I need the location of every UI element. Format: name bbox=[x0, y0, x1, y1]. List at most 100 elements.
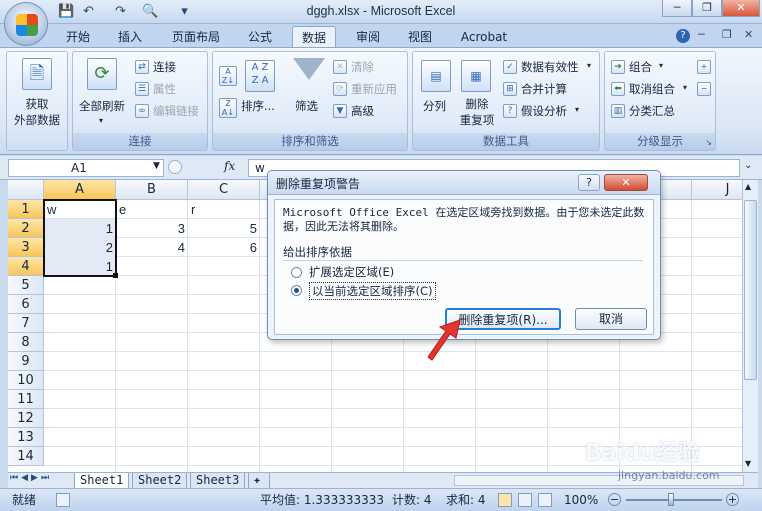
consolidate-button[interactable]: 合并计算 bbox=[521, 81, 567, 97]
row-header-5[interactable]: 5 bbox=[8, 276, 44, 295]
cancel-button[interactable]: 取消 bbox=[575, 308, 647, 330]
current-selection-radio[interactable] bbox=[291, 285, 302, 296]
row-header-1[interactable]: 1 bbox=[8, 200, 44, 219]
page-layout-view-icon[interactable] bbox=[518, 493, 532, 507]
dialog-help-button[interactable]: ? bbox=[578, 174, 600, 191]
remove-duplicates-button[interactable]: 删除 重复项 bbox=[459, 96, 495, 128]
row-header-7[interactable]: 7 bbox=[8, 314, 44, 333]
ungroup-dropdown-icon[interactable]: ▾ bbox=[683, 83, 687, 92]
sort-desc-icon[interactable]: Z A↓ bbox=[219, 98, 237, 118]
cell-b3[interactable]: 4 bbox=[116, 238, 188, 257]
properties-button[interactable]: 属性 bbox=[153, 81, 176, 97]
save-icon[interactable]: 💾 bbox=[58, 3, 75, 20]
group-dropdown-icon[interactable]: ▾ bbox=[659, 61, 663, 70]
row-header-9[interactable]: 9 bbox=[8, 352, 44, 371]
row-header-3[interactable]: 3 bbox=[8, 238, 44, 257]
cell-c3[interactable]: 6 bbox=[188, 238, 260, 257]
dialog-close-button[interactable]: ✕ bbox=[604, 174, 648, 191]
what-if-button[interactable]: 假设分析 bbox=[521, 103, 567, 119]
sort-button[interactable]: 排序... bbox=[241, 98, 275, 114]
hide-detail-icon[interactable]: − bbox=[697, 82, 711, 96]
data-validation-button[interactable]: 数据有效性 bbox=[521, 59, 579, 75]
restore-button[interactable]: ❐ bbox=[692, 0, 722, 17]
zoom-level[interactable]: 100% bbox=[564, 489, 598, 511]
expand-selection-label[interactable]: 扩展选定区域(E) bbox=[309, 264, 394, 280]
column-header-a[interactable]: A bbox=[44, 180, 116, 200]
minimize-button[interactable]: ─ bbox=[662, 0, 692, 17]
insert-function-icon[interactable]: fx bbox=[224, 159, 235, 173]
data-validation-dropdown-icon[interactable]: ▾ bbox=[587, 61, 591, 70]
zoom-slider[interactable] bbox=[626, 499, 722, 501]
refresh-all-button[interactable]: 全部刷新 bbox=[79, 98, 125, 114]
advanced-button[interactable]: 高级 bbox=[351, 103, 374, 119]
subtotal-button[interactable]: 分类汇总 bbox=[629, 103, 675, 119]
sheet-tab-3[interactable]: Sheet3 bbox=[190, 473, 246, 489]
row-header-4[interactable]: 4 bbox=[8, 257, 44, 276]
row-header-2[interactable]: 2 bbox=[8, 219, 44, 238]
scroll-up-icon[interactable]: ▲ bbox=[745, 182, 751, 191]
qat-customize-icon[interactable]: ▾ bbox=[176, 3, 193, 20]
tab-formulas[interactable]: 公式 bbox=[240, 26, 280, 48]
row-header-10[interactable]: 10 bbox=[8, 371, 44, 390]
row-header-12[interactable]: 12 bbox=[8, 409, 44, 428]
tab-page-layout[interactable]: 页面布局 bbox=[164, 26, 228, 48]
ribbon-minimize-icon[interactable]: ─ bbox=[698, 28, 705, 41]
edit-links-button[interactable]: 编辑链接 bbox=[153, 103, 199, 119]
sheet-tab-1[interactable]: Sheet1 bbox=[74, 473, 130, 489]
tab-data[interactable]: 数据 bbox=[292, 26, 336, 48]
expand-selection-radio[interactable] bbox=[291, 267, 302, 278]
select-all-corner[interactable] bbox=[8, 180, 44, 200]
row-header-11[interactable]: 11 bbox=[8, 390, 44, 409]
page-break-view-icon[interactable] bbox=[538, 493, 552, 507]
group-button[interactable]: 组合 bbox=[629, 59, 652, 75]
row-header-13[interactable]: 13 bbox=[8, 428, 44, 447]
ungroup-button[interactable]: 取消组合 bbox=[629, 81, 675, 97]
formula-bar-expand-icon[interactable]: ⌄ bbox=[744, 160, 752, 171]
cell-a3[interactable]: 2 bbox=[44, 238, 116, 257]
name-box-dropdown-icon[interactable]: ▼ bbox=[153, 161, 160, 171]
column-header-c[interactable]: C bbox=[188, 180, 260, 200]
cell-a4[interactable]: 1 bbox=[44, 257, 116, 276]
cell-a1[interactable]: w bbox=[44, 200, 116, 219]
column-header-j[interactable]: J bbox=[692, 180, 742, 200]
close-window-button[interactable]: ✕ bbox=[722, 0, 760, 17]
sheet-nav-icons[interactable]: ⏮◀▶⏭ bbox=[10, 473, 52, 483]
clear-button[interactable]: 清除 bbox=[351, 59, 374, 75]
what-if-dropdown-icon[interactable]: ▾ bbox=[575, 105, 579, 114]
ribbon-restore-icon[interactable]: ❐ bbox=[722, 28, 732, 41]
insert-sheet-icon[interactable]: ✚ bbox=[248, 473, 270, 489]
reapply-button[interactable]: 重新应用 bbox=[351, 81, 397, 97]
sheet-tab-2[interactable]: Sheet2 bbox=[132, 473, 188, 489]
row-header-8[interactable]: 8 bbox=[8, 333, 44, 352]
cell-c2[interactable]: 5 bbox=[188, 219, 260, 238]
filter-button[interactable]: 筛选 bbox=[295, 98, 318, 114]
tab-acrobat[interactable]: Acrobat bbox=[454, 26, 514, 48]
refresh-dropdown-icon[interactable]: ▾ bbox=[99, 116, 103, 125]
cell-c1[interactable]: r bbox=[188, 200, 260, 219]
zoom-out-icon[interactable]: − bbox=[608, 493, 621, 506]
formula-expand-icon[interactable] bbox=[168, 160, 182, 174]
row-header-14[interactable]: 14 bbox=[8, 447, 44, 466]
show-detail-icon[interactable]: + bbox=[697, 60, 711, 74]
name-box[interactable]: A1 bbox=[8, 159, 164, 177]
scroll-thumb[interactable] bbox=[744, 200, 757, 380]
vertical-scrollbar[interactable]: ▲ ▼ bbox=[742, 180, 758, 472]
sort-asc-icon[interactable]: A Z↓ bbox=[219, 66, 237, 86]
get-external-data-button[interactable]: 获取 外部数据 bbox=[11, 96, 63, 128]
cell-b1[interactable]: e bbox=[116, 200, 188, 219]
zoom-slider-thumb[interactable] bbox=[668, 493, 674, 506]
office-button[interactable] bbox=[4, 2, 48, 46]
zoom-in-icon[interactable]: + bbox=[726, 493, 739, 506]
normal-view-icon[interactable] bbox=[498, 493, 512, 507]
scroll-down-icon[interactable]: ▼ bbox=[745, 459, 751, 468]
macro-record-icon[interactable] bbox=[56, 493, 70, 507]
text-to-columns-button[interactable]: 分列 bbox=[423, 98, 446, 114]
undo-icon[interactable]: ↶ bbox=[80, 3, 97, 20]
row-header-6[interactable]: 6 bbox=[8, 295, 44, 314]
tab-insert[interactable]: 插入 bbox=[110, 26, 150, 48]
redo-icon[interactable]: ↷ bbox=[112, 3, 129, 20]
tab-view[interactable]: 视图 bbox=[400, 26, 440, 48]
cell-b2[interactable]: 3 bbox=[116, 219, 188, 238]
tab-home[interactable]: 开始 bbox=[58, 26, 98, 48]
tab-review[interactable]: 审阅 bbox=[348, 26, 388, 48]
